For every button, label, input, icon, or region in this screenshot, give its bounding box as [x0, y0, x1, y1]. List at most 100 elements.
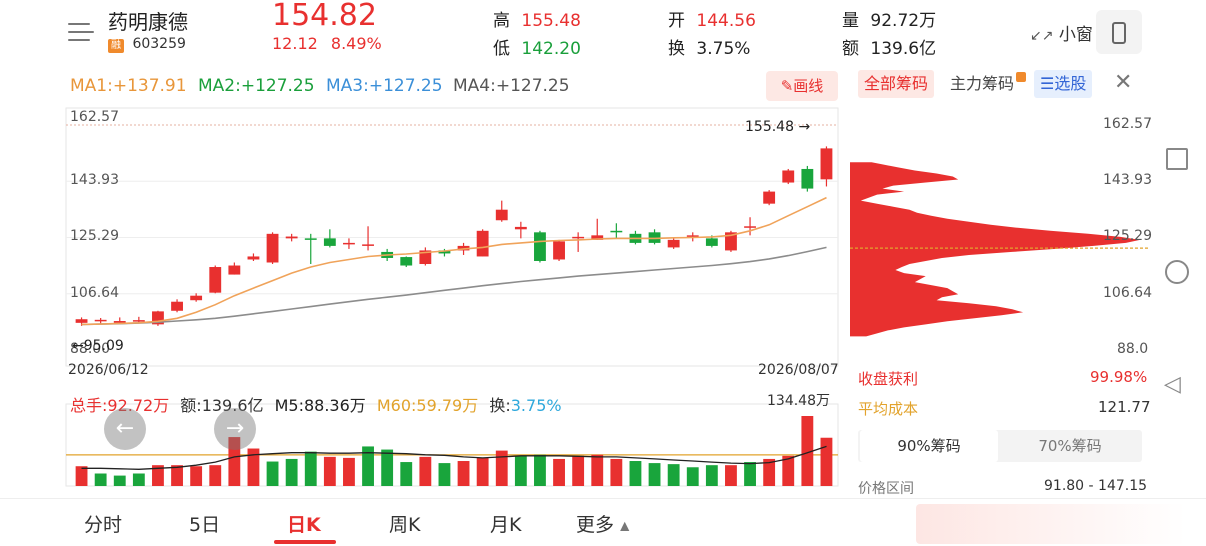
arrow-right-icon: →	[225, 416, 245, 441]
candle	[362, 226, 374, 251]
chart-grid	[65, 107, 839, 367]
arrow-left-icon: ←	[72, 338, 84, 354]
ma2-label: MA2:+127.25	[198, 76, 315, 96]
prev-arrow-button[interactable]: ←	[104, 408, 146, 450]
draw-line-button[interactable]: ✎画线	[766, 71, 838, 101]
open-value: 144.56	[696, 11, 756, 31]
candle	[419, 247, 432, 266]
tab-more-label: 更多	[576, 514, 615, 536]
tab-intraday[interactable]: 分时	[84, 510, 122, 537]
stock-code: 603259	[132, 36, 186, 52]
volume-bar	[744, 462, 756, 486]
tab-main-chips[interactable]: 主力筹码	[944, 70, 1032, 98]
volume-bar	[820, 437, 833, 486]
close-icon[interactable]: ✕	[1114, 70, 1132, 95]
circle-nav-icon[interactable]	[1165, 260, 1189, 284]
blurred-action-bar[interactable]	[916, 504, 1186, 544]
volume-bar	[400, 462, 413, 486]
volume-bar	[725, 465, 737, 486]
back-nav-icon[interactable]: ◁	[1164, 372, 1181, 397]
volume-bar	[495, 450, 508, 486]
tab-all-chips-label: 全部筹码	[864, 74, 929, 93]
candle	[801, 165, 814, 192]
stock-picker-button[interactable]: ☰选股	[1034, 70, 1093, 98]
candle	[782, 168, 795, 185]
tab-all-chips[interactable]: 全部筹码	[858, 70, 935, 98]
candle-body	[610, 230, 623, 233]
candle-body	[514, 226, 527, 230]
candle-body	[763, 191, 776, 204]
ma1-label: MA1:+137.91	[70, 76, 187, 96]
max-price-value: 155.48	[745, 119, 794, 135]
pencil-icon: ✎	[780, 77, 794, 95]
change-percent: 8.49%	[330, 34, 382, 53]
candle	[572, 232, 585, 252]
chips-axis-tick: 106.64	[1103, 284, 1152, 301]
candle-body	[94, 319, 107, 322]
candle	[744, 217, 756, 236]
tab-more[interactable]: 更多 ▲	[576, 510, 629, 537]
moving-average-lines	[81, 196, 827, 326]
candle-body	[75, 319, 88, 323]
candle-body	[247, 256, 260, 260]
tab-monthly-k[interactable]: 月K	[490, 510, 521, 537]
price-tick: 143.93	[70, 172, 119, 189]
menu-icon[interactable]	[68, 20, 96, 44]
tab-weekly-k[interactable]: 周K	[389, 510, 420, 537]
volume-bar	[476, 457, 489, 486]
square-nav-icon[interactable]	[1166, 148, 1188, 170]
volume-bar	[171, 465, 183, 486]
candle	[247, 253, 260, 261]
seg-70-label: 70%筹码	[1038, 437, 1102, 455]
volume-bar	[304, 451, 317, 486]
volume-bar	[629, 461, 642, 486]
next-arrow-button[interactable]: →	[214, 408, 256, 450]
candle	[228, 262, 241, 275]
candle-body	[285, 236, 298, 239]
device-button[interactable]	[1096, 10, 1142, 54]
high-label: 高	[493, 11, 510, 31]
price-range-value: 91.80 - 147.15	[1044, 478, 1148, 494]
candle-body	[266, 233, 279, 263]
turnover-value: 3.75%	[696, 39, 751, 59]
candle	[285, 233, 298, 242]
open-stat: 开 144.56	[668, 6, 756, 31]
seg-90-chips[interactable]: 90%筹码	[860, 430, 998, 462]
phone-icon	[1112, 22, 1126, 44]
volume-bar	[457, 461, 470, 486]
arrow-left-icon: ←	[115, 416, 135, 441]
candle	[323, 229, 336, 248]
candle-body	[495, 209, 508, 221]
small-window-button[interactable]: ↙↗ 小窗	[1030, 20, 1093, 45]
tab-daily-k[interactable]: 日K	[287, 510, 321, 537]
profit-value: 99.98%	[1090, 368, 1148, 386]
candle-body	[476, 230, 489, 257]
volume-bar	[94, 473, 107, 486]
price-change: 12.12 8.49%	[272, 34, 382, 53]
candle-body	[400, 257, 413, 266]
arrow-right-icon: →	[798, 119, 811, 135]
min-price-value: 95.09	[83, 338, 124, 354]
volume-bars	[65, 403, 839, 487]
last-price: 154.82	[272, 0, 377, 33]
volume-bar	[610, 458, 623, 486]
price-tick: 125.29	[70, 228, 119, 245]
candle-body	[209, 267, 222, 293]
volume-stat: 量 92.72万	[842, 6, 936, 31]
low-label: 低	[493, 39, 510, 59]
volume-bar	[553, 458, 565, 486]
volume-bar	[266, 461, 279, 486]
candle	[171, 299, 183, 313]
stock-picker-label: 选股	[1054, 74, 1087, 93]
candle	[400, 256, 413, 268]
seg-70-chips[interactable]: 70%筹码	[1000, 430, 1140, 462]
candle	[266, 232, 279, 265]
candle	[495, 200, 508, 222]
price-tick: 162.57	[70, 109, 119, 125]
high-stat: 高 155.48	[493, 6, 581, 31]
amount-value: 139.6亿	[870, 39, 937, 59]
profit-label: 收盘获利	[858, 370, 919, 388]
max-volume-label: 134.48万	[767, 393, 830, 409]
lock-icon	[1016, 72, 1027, 82]
tab-5day[interactable]: 5日	[189, 510, 220, 537]
